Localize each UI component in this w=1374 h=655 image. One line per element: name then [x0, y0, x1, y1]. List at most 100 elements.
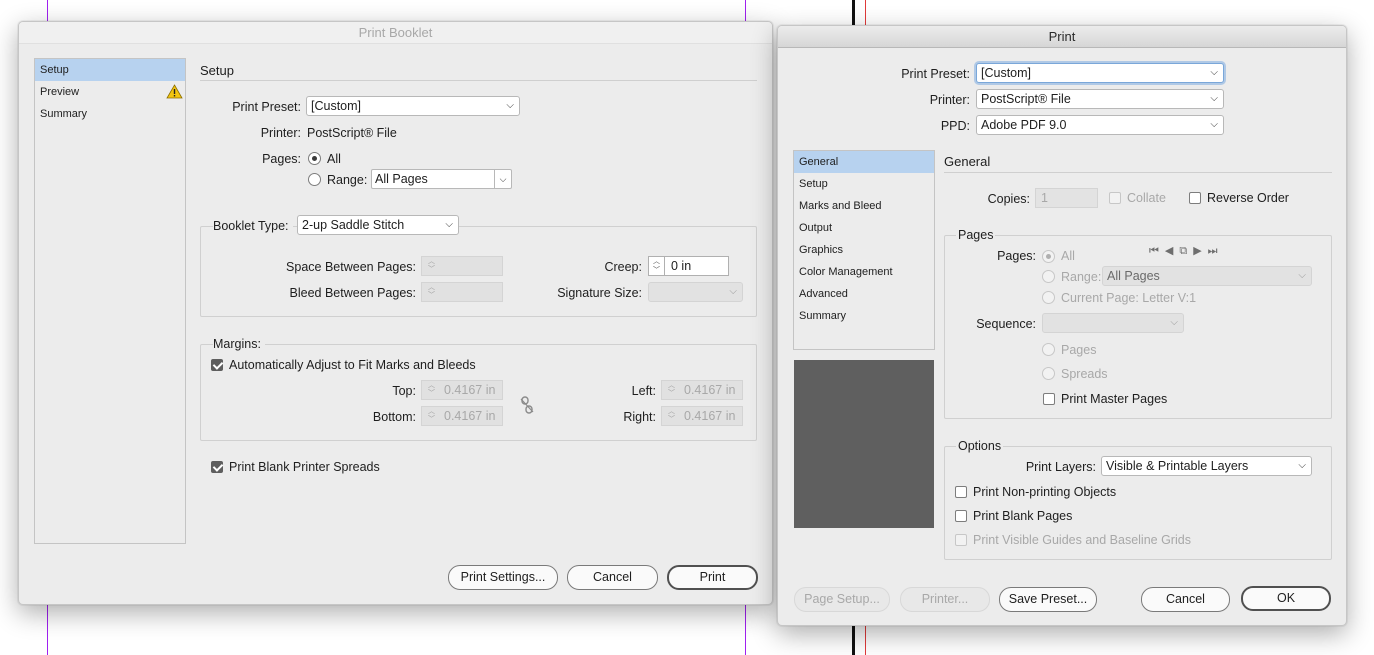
- sidebar-item-summary[interactable]: Summary: [35, 103, 185, 125]
- save-preset-button[interactable]: Save Preset...: [999, 587, 1097, 612]
- collate-checkbox[interactable]: [1109, 192, 1121, 204]
- chevron-down-icon: ⌵: [1210, 93, 1218, 104]
- ppd-select[interactable]: Adobe PDF 9.0 ⌵: [976, 115, 1224, 135]
- stepper-arrows-icon[interactable]: ︿ ﹀: [425, 284, 438, 300]
- printer-select[interactable]: PostScript® File ⌵: [976, 89, 1224, 109]
- pages-range-label: Range:: [1061, 270, 1102, 284]
- copies-field[interactable]: 1: [1035, 188, 1098, 208]
- chevron-down-icon[interactable]: ⌵: [494, 170, 511, 188]
- sidebar-item-marks-and-bleed[interactable]: Marks and Bleed: [794, 195, 934, 217]
- creep-stepper[interactable]: ︿ ﹀ 0 in: [648, 256, 729, 276]
- pages-option-radio[interactable]: [1042, 343, 1055, 356]
- stepper-arrows-icon[interactable]: ︿ ﹀: [665, 408, 678, 424]
- pages-option-label: Pages: [1061, 343, 1097, 357]
- booklet-sidebar: Setup Preview Summary: [34, 58, 186, 544]
- dialog-title: Print: [778, 26, 1346, 48]
- sidebar-item-graphics[interactable]: Graphics: [794, 239, 934, 261]
- current-page-radio[interactable]: [1042, 291, 1055, 304]
- print-nonprinting-checkbox[interactable]: [955, 486, 967, 498]
- sidebar-item-advanced[interactable]: Advanced: [794, 283, 934, 305]
- pages-label: Pages:: [997, 249, 1036, 263]
- print-layers-select[interactable]: Visible & Printable Layers ⌵: [1101, 456, 1312, 476]
- section-title: General: [944, 154, 991, 169]
- page-setup-button[interactable]: Page Setup...: [794, 587, 890, 612]
- bleed-between-stepper[interactable]: ︿ ﹀: [421, 282, 503, 302]
- print-settings-button[interactable]: Print Settings...: [448, 565, 558, 590]
- printer-value: PostScript® File: [307, 126, 397, 140]
- pages-all-radio[interactable]: [1042, 250, 1055, 263]
- broken-chain-link-icon[interactable]: [519, 396, 535, 414]
- ok-button[interactable]: OK: [1241, 586, 1331, 611]
- page-preview: [794, 360, 934, 528]
- section-divider: [200, 80, 757, 81]
- spreads-option-radio[interactable]: [1042, 367, 1055, 380]
- print-preset-select[interactable]: [Custom] ⌵: [976, 63, 1224, 83]
- sidebar-item-preview[interactable]: Preview: [35, 81, 185, 103]
- chevron-down-icon: ⌵: [445, 219, 453, 230]
- margin-top-stepper[interactable]: ︿ ﹀ 0.4167 in: [421, 380, 503, 400]
- stepper-arrows-icon[interactable]: ︿ ﹀: [425, 382, 438, 398]
- pages-all-radio[interactable]: [308, 152, 321, 165]
- margin-right-stepper[interactable]: ︿ ﹀ 0.4167 in: [661, 406, 743, 426]
- current-page-label: Current Page: Letter V:1: [1061, 291, 1197, 305]
- space-between-label: Space Between Pages:: [286, 260, 416, 274]
- chevron-down-icon: ⌵: [1298, 460, 1306, 471]
- print-layers-label: Print Layers:: [1025, 460, 1096, 474]
- printer-button[interactable]: Printer...: [900, 587, 990, 612]
- print-master-pages-checkbox[interactable]: [1043, 393, 1055, 405]
- print-preset-label: Print Preset:: [901, 67, 970, 81]
- sidebar-item-setup[interactable]: Setup: [35, 59, 185, 81]
- sequence-select[interactable]: ⌵: [1042, 313, 1184, 333]
- print-preset-select[interactable]: [Custom] ⌵: [306, 96, 520, 116]
- pages-all-label: All: [327, 152, 341, 166]
- pages-range-combo[interactable]: All Pages ⌵: [371, 169, 512, 189]
- auto-adjust-label: Automatically Adjust to Fit Marks and Bl…: [229, 358, 476, 372]
- options-group-title: Options: [956, 439, 1004, 453]
- margin-left-label: Left:: [631, 384, 656, 398]
- print-sidebar: General Setup Marks and Bleed Output Gra…: [793, 150, 935, 350]
- signature-size-select[interactable]: ⌵: [648, 282, 743, 302]
- sequence-label: Sequence:: [976, 317, 1036, 331]
- print-guides-checkbox[interactable]: [955, 534, 967, 546]
- auto-adjust-checkbox[interactable]: [211, 359, 223, 371]
- stepper-arrows-icon[interactable]: ︿ ﹀: [425, 408, 438, 424]
- cancel-button[interactable]: Cancel: [567, 565, 658, 590]
- print-button[interactable]: Print: [667, 565, 758, 590]
- margin-left-stepper[interactable]: ︿ ﹀ 0.4167 in: [661, 380, 743, 400]
- reverse-order-checkbox[interactable]: [1189, 192, 1201, 204]
- stepper-arrows-icon[interactable]: ︿ ﹀: [649, 257, 665, 275]
- sidebar-item-general[interactable]: General: [794, 151, 934, 173]
- pages-all-label: All: [1061, 249, 1075, 263]
- sidebar-item-setup[interactable]: Setup: [794, 173, 934, 195]
- pages-range-radio[interactable]: [308, 173, 321, 186]
- cancel-button[interactable]: Cancel: [1141, 587, 1230, 612]
- print-nonprinting-label: Print Non-printing Objects: [973, 485, 1117, 499]
- print-guides-label: Print Visible Guides and Baseline Grids: [973, 533, 1191, 547]
- bleed-between-label: Bleed Between Pages:: [289, 286, 416, 300]
- stepper-arrows-icon[interactable]: ︿ ﹀: [425, 258, 438, 274]
- stepper-arrows-icon[interactable]: ︿ ﹀: [665, 382, 678, 398]
- print-blank-spreads-checkbox[interactable]: [211, 461, 223, 473]
- chevron-down-icon: ⌵: [1298, 270, 1306, 281]
- print-blank-pages-label: Print Blank Pages: [973, 509, 1073, 523]
- sidebar-item-color-management[interactable]: Color Management: [794, 261, 934, 283]
- chevron-down-icon: ⌵: [506, 100, 514, 111]
- signature-size-label: Signature Size:: [557, 286, 642, 300]
- sidebar-item-summary[interactable]: Summary: [794, 305, 934, 327]
- pages-range-select[interactable]: All Pages ⌵: [1102, 266, 1312, 286]
- margin-right-label: Right:: [623, 410, 656, 424]
- margin-bottom-stepper[interactable]: ︿ ﹀ 0.4167 in: [421, 406, 503, 426]
- space-between-stepper[interactable]: ︿ ﹀: [421, 256, 503, 276]
- pages-range-radio[interactable]: [1042, 270, 1055, 283]
- print-preset-label: Print Preset:: [232, 100, 301, 114]
- page-navigation-icons[interactable]: ⏮◀⧉▶⏭: [1149, 244, 1224, 258]
- print-dialog: Print Print Preset: [Custom] ⌵ Printer: P…: [777, 25, 1347, 626]
- collate-label: Collate: [1127, 191, 1166, 205]
- printer-label: Printer:: [260, 126, 301, 140]
- spreads-option-label: Spreads: [1061, 367, 1108, 381]
- booklet-type-label: Booklet Type:: [213, 218, 293, 234]
- print-blank-pages-checkbox[interactable]: [955, 510, 967, 522]
- sidebar-item-output[interactable]: Output: [794, 217, 934, 239]
- booklet-type-select[interactable]: 2-up Saddle Stitch ⌵: [297, 215, 459, 235]
- chevron-down-icon: ⌵: [1210, 119, 1218, 130]
